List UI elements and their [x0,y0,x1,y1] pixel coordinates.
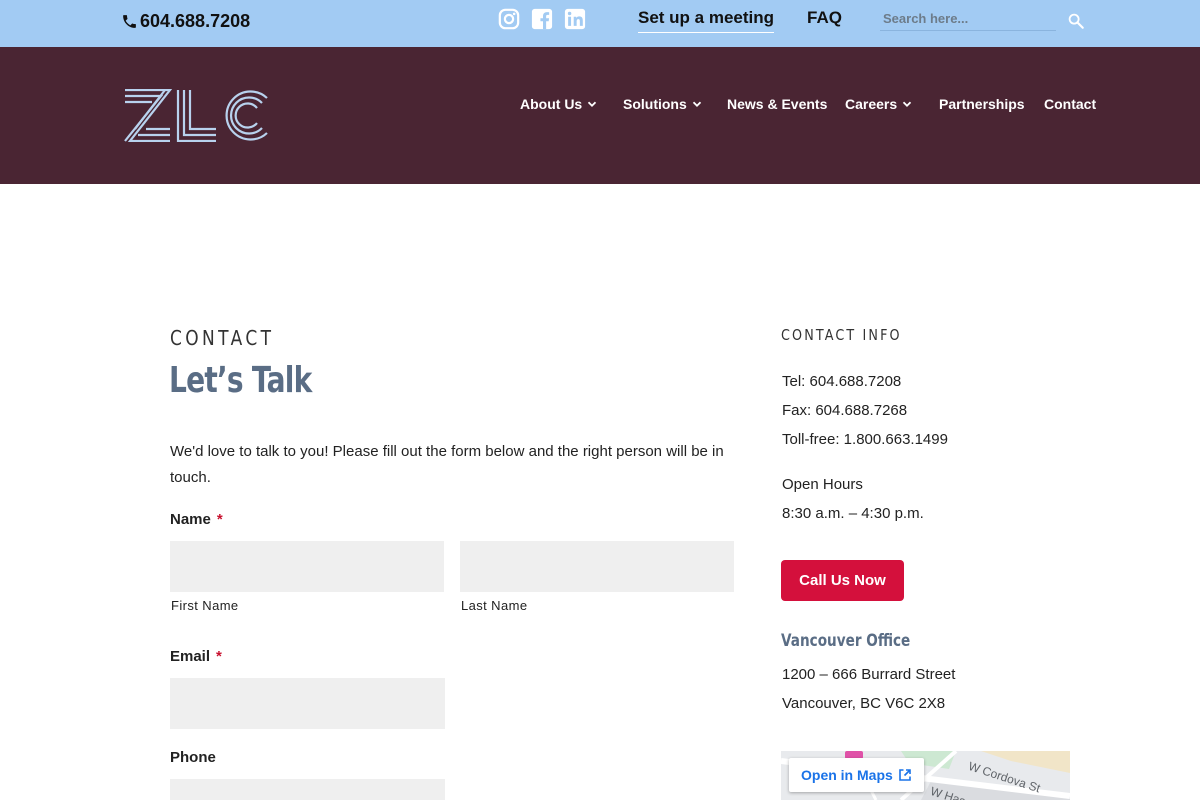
call-us-now-button[interactable]: Call Us Now [781,560,904,601]
top-bar: 604.688.7208 Set up a meeting FAQ [0,0,1200,47]
nav-solutions[interactable]: Solutions [623,96,702,112]
nav-partnerships[interactable]: Partnerships [939,96,1025,112]
phone-link[interactable]: 604.688.7208 [121,11,250,32]
tel-line: Tel: 604.688.7208 [782,373,902,390]
first-name-input[interactable] [170,541,444,592]
name-label: Name * [170,511,223,528]
linkedin-icon [564,8,586,30]
required-mark: * [216,511,223,528]
office-map[interactable]: W Cordova St W Has Open in Maps [781,751,1070,800]
search-input[interactable] [880,8,1050,28]
nav-careers[interactable]: Careers [845,96,912,112]
address-line-1: 1200 – 666 Burrard Street [782,666,956,683]
email-label: Email * [170,648,222,665]
hours-label: Open Hours [782,476,863,493]
nav-label: Careers [845,96,898,112]
phone-input[interactable] [170,779,445,800]
search-box [880,8,1056,31]
nav-about-us[interactable]: About Us [520,96,597,112]
tollfree-line: Toll-free: 1.800.663.1499 [782,431,948,448]
setup-meeting-link[interactable]: Set up a meeting [638,8,775,33]
instagram-icon [498,8,520,30]
facebook-icon [531,8,553,30]
fax-line: Fax: 604.688.7268 [782,402,908,419]
name-label-text: Name [170,511,211,528]
open-in-maps-button[interactable]: Open in Maps [789,758,924,792]
nav-label: Partnerships [939,96,1025,112]
nav-news-events[interactable]: News & Events [727,96,827,112]
last-name-sublabel: Last Name [461,598,528,613]
phone-number: 604.688.7208 [140,11,251,31]
email-label-text: Email [170,648,211,665]
zlc-logo[interactable] [124,89,269,142]
nav-label: Solutions [623,96,687,112]
instagram-link[interactable] [498,8,520,30]
external-link-icon [898,769,911,781]
linkedin-link[interactable] [564,8,586,30]
open-in-maps-label: Open in Maps [801,767,893,783]
page-title: Let’s Talk [169,360,312,401]
nav-label: Contact [1044,96,1097,112]
nav-label: About Us [520,96,583,112]
facebook-link[interactable] [531,8,553,30]
phone-label: Phone [170,749,216,766]
required-mark: * [216,648,222,665]
last-name-input[interactable] [460,541,734,592]
faq-link[interactable]: FAQ [807,8,842,28]
site-header: About Us Solutions News & Events Careers… [0,47,1200,184]
phone-icon [123,15,136,28]
search-icon[interactable] [1067,12,1085,30]
chevron-down-icon [588,101,597,107]
section-eyebrow: CONTACT [170,326,275,350]
intro-text: We'd love to talk to you! Please fill ou… [170,443,724,486]
hours-value: 8:30 a.m. – 4:30 p.m. [782,505,924,522]
nav-contact[interactable]: Contact [1044,96,1096,112]
address-line-2: Vancouver, BC V6C 2X8 [782,695,946,712]
email-input[interactable] [170,678,445,729]
contact-info-title: CONTACT INFO [781,326,902,344]
office-title: Vancouver Office [781,631,911,651]
chevron-down-icon [903,101,912,107]
chevron-down-icon [692,101,701,107]
first-name-sublabel: First Name [171,598,239,613]
nav-label: News & Events [727,96,828,112]
